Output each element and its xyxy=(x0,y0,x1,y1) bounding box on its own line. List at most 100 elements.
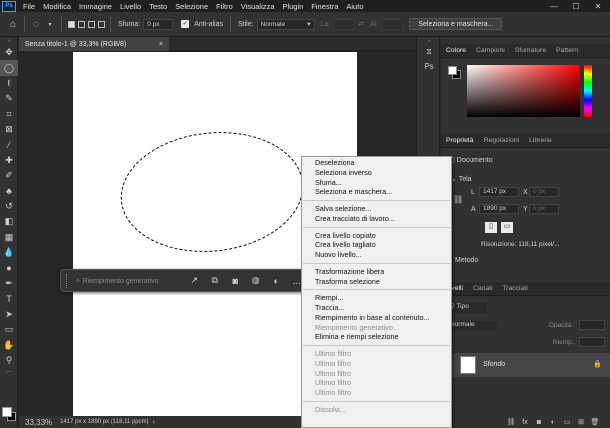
gradient-tool-icon[interactable]: ▦ xyxy=(0,230,18,245)
tab-colore[interactable]: Colore xyxy=(441,47,471,54)
layer-name[interactable]: Sfondo xyxy=(483,361,505,368)
context-menu-item[interactable]: Deseleziona xyxy=(302,158,451,168)
subtract-selection-icon[interactable] xyxy=(87,20,95,28)
menu-filtro[interactable]: Filtro xyxy=(212,2,237,11)
tab-librerie[interactable]: Librerie xyxy=(524,137,557,144)
path-selection-tool-icon[interactable]: ➤ xyxy=(0,307,18,322)
tab-proprieta[interactable]: Proprietà xyxy=(441,137,479,144)
create-mask-icon[interactable]: ◙ xyxy=(225,276,246,286)
select-and-mask-icon[interactable]: ↗ xyxy=(184,275,205,286)
foreground-color-swatch[interactable] xyxy=(2,407,12,417)
group-icon[interactable]: ▭ xyxy=(560,418,574,426)
history-brush-tool-icon[interactable]: ↺ xyxy=(0,199,18,214)
context-menu-item[interactable]: Seleziona inverso xyxy=(302,168,451,178)
healing-brush-tool-icon[interactable]: ✚ xyxy=(0,153,18,168)
canvas-width-input[interactable]: 1417 px xyxy=(479,187,519,197)
more-tools-icon[interactable]: ··· xyxy=(0,368,18,376)
portrait-orientation-icon[interactable]: ▯ xyxy=(485,222,497,233)
menu-aiuto[interactable]: Aiuto xyxy=(342,2,367,11)
context-menu-item[interactable]: Elimina e riempi selezione xyxy=(302,332,451,342)
fill-input[interactable] xyxy=(579,337,605,347)
menu-finestra[interactable]: Finestra xyxy=(307,2,342,11)
lasso-tool-icon[interactable]: ℓ xyxy=(0,76,18,91)
adjustment-icon[interactable]: ◐ xyxy=(546,419,560,426)
blur-tool-icon[interactable]: 💧 xyxy=(0,245,18,260)
transform-selection-icon[interactable]: ⧉ xyxy=(205,275,226,286)
panel-collapse-icon[interactable]: » xyxy=(0,37,18,45)
document-tab[interactable]: Senza titolo-1 @ 33,3% (RGB/8) × xyxy=(19,37,169,51)
panel-collapse-icon[interactable]: « xyxy=(417,37,441,45)
menu-livello[interactable]: Livello xyxy=(116,2,145,11)
menu-selezione[interactable]: Selezione xyxy=(171,2,212,11)
close-window-button[interactable]: ✕ xyxy=(588,0,608,12)
rectangle-tool-icon[interactable]: ▭ xyxy=(0,322,18,337)
context-menu-item[interactable]: Crea tracciato di lavoro... xyxy=(302,214,451,224)
hand-tool-icon[interactable]: ✋ xyxy=(0,337,18,352)
link-icon[interactable]: ⛓ xyxy=(504,418,518,426)
color-picker-field[interactable] xyxy=(467,65,580,117)
layer-filter-select[interactable]: ⚲ Tipo xyxy=(447,303,487,313)
brush-tool-icon[interactable]: ✐ xyxy=(0,168,18,183)
context-menu-item[interactable]: Trasforma selezione xyxy=(302,277,451,287)
canvas-y-input[interactable]: 0 px xyxy=(529,204,559,214)
tab-regolazioni[interactable]: Regolazioni xyxy=(479,137,525,144)
hue-slider[interactable] xyxy=(584,65,592,117)
adjustment-layer-icon[interactable]: ◐ xyxy=(266,276,287,286)
intersect-selection-icon[interactable] xyxy=(97,20,105,28)
menu-testo[interactable]: Testo xyxy=(145,2,171,11)
drag-handle[interactable] xyxy=(66,273,69,288)
context-menu-item[interactable]: Nuovo livello... xyxy=(302,250,451,260)
context-menu-item[interactable]: Traccia... xyxy=(302,303,451,313)
context-menu-item[interactable]: Trasformazione libera xyxy=(302,267,451,277)
select-and-mask-button[interactable]: Seleziona e maschera... xyxy=(409,18,503,30)
maximize-button[interactable]: ☐ xyxy=(566,0,586,12)
feather-input[interactable]: 0 px xyxy=(143,18,174,30)
clone-stamp-tool-icon[interactable]: ♣ xyxy=(0,184,18,199)
menu-modifica[interactable]: Modifica xyxy=(39,2,75,11)
context-menu-item[interactable]: Crea livello tagliato xyxy=(302,240,451,250)
chevron-right-icon[interactable]: › xyxy=(153,419,155,426)
quick-selection-tool-icon[interactable]: ✎ xyxy=(0,91,18,106)
opacity-input[interactable] xyxy=(579,320,605,330)
adjustments-icon[interactable]: Ps xyxy=(417,59,441,73)
add-selection-icon[interactable] xyxy=(77,20,85,28)
menu-plugin[interactable]: Plugin xyxy=(278,2,307,11)
tab-campioni[interactable]: Campioni xyxy=(471,47,510,54)
trash-icon[interactable]: 🗑 xyxy=(588,418,602,426)
style-select[interactable]: Normale ▾ xyxy=(256,18,315,30)
crop-tool-icon[interactable]: ⌗ xyxy=(0,107,18,122)
ellipse-marquee-tool-icon[interactable]: ◯ xyxy=(0,60,18,76)
home-icon[interactable]: ⌂ xyxy=(6,19,20,30)
fx-icon[interactable]: fx xyxy=(518,419,532,426)
eraser-tool-icon[interactable]: ◧ xyxy=(0,214,18,229)
tab-pattern[interactable]: Pattern xyxy=(551,47,583,54)
width-input[interactable] xyxy=(333,18,356,30)
context-menu-item[interactable]: Riempimento in base al contenuto... xyxy=(302,313,451,323)
fill-selection-icon[interactable]: ◍ xyxy=(246,275,267,286)
history-icon[interactable]: ⧖ xyxy=(417,45,441,59)
canvas-x-input[interactable]: 0 px xyxy=(529,187,559,197)
tab-sfumature[interactable]: Sfumature xyxy=(510,47,551,54)
pen-tool-icon[interactable]: ✒ xyxy=(0,276,18,291)
link-icon[interactable]: ⛓ xyxy=(453,195,463,204)
foreground-color-swatch[interactable] xyxy=(448,66,457,75)
zoom-tool-icon[interactable]: ⚲ xyxy=(0,353,18,368)
menu-visualizza[interactable]: Visualizza xyxy=(237,2,279,11)
context-menu-item[interactable]: Seleziona e maschera... xyxy=(302,187,451,197)
layer-row[interactable]: Sfondo 🔒 xyxy=(451,353,610,377)
landscape-orientation-icon[interactable]: ▭ xyxy=(501,222,513,233)
height-input[interactable] xyxy=(381,18,404,30)
new-selection-icon[interactable] xyxy=(67,20,75,28)
canvas-height-input[interactable]: 1890 px xyxy=(479,204,519,214)
move-tool-icon[interactable]: ✥ xyxy=(0,45,18,60)
menu-immagine[interactable]: Immagine xyxy=(75,2,116,11)
chevron-down-icon[interactable]: ▾ xyxy=(43,21,57,28)
tab-canali[interactable]: Canali xyxy=(468,285,497,292)
close-icon[interactable]: × xyxy=(159,41,163,48)
mask-icon[interactable]: ◙ xyxy=(532,419,546,426)
type-tool-icon[interactable]: T xyxy=(0,291,18,306)
context-menu-item[interactable]: Riempi... xyxy=(302,293,451,303)
dodge-tool-icon[interactable]: ● xyxy=(0,260,18,275)
context-menu-item[interactable]: Sfuma... xyxy=(302,178,451,188)
menu-file[interactable]: File xyxy=(19,2,39,11)
